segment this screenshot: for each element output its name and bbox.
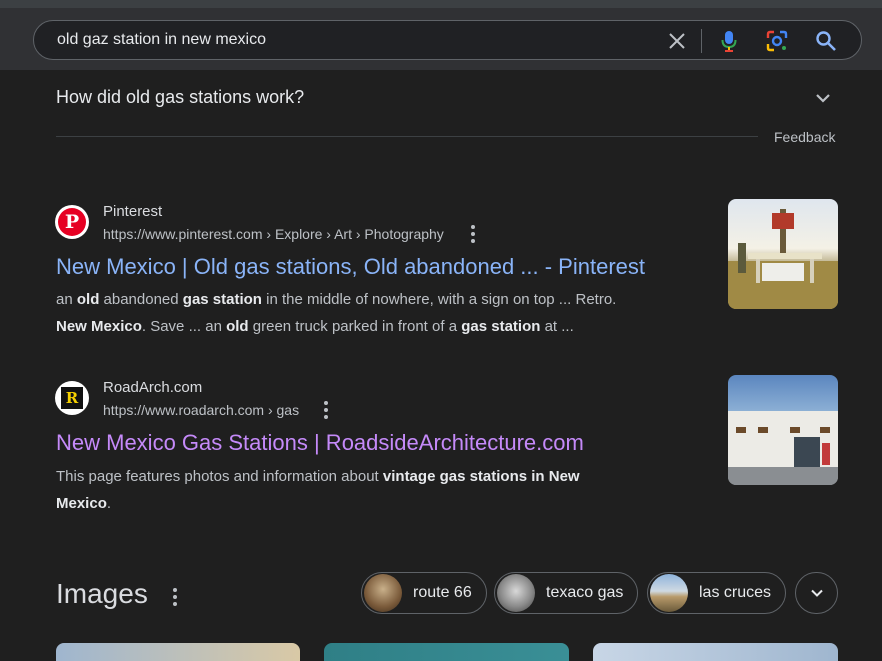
images-section-title: Images [56, 578, 148, 609]
chip-label: las cruces [699, 584, 772, 601]
result-title-link[interactable]: New Mexico Gas Stations | RoadsideArchit… [56, 430, 584, 456]
chip-thumbnail [364, 574, 402, 612]
top-strip [0, 0, 882, 8]
snippet-line: Mexico. [56, 490, 706, 517]
result-site-name[interactable]: Pinterest [103, 203, 162, 220]
search-box[interactable]: old gaz station in new mexico [33, 20, 862, 60]
snippet-line: New Mexico. Save ... an old green truck … [56, 313, 706, 340]
snippet-text: an [56, 291, 77, 308]
search-divider [701, 29, 702, 53]
chevron-down-icon[interactable] [813, 88, 833, 108]
close-icon[interactable] [664, 28, 690, 54]
result-url[interactable]: https://www.pinterest.com › Explore › Ar… [103, 226, 444, 242]
roadarch-favicon-icon: R [55, 381, 89, 415]
snippet-text: in the middle of nowhere, with a sign on… [261, 291, 617, 308]
snippet-line: an old abandoned gas station in the midd… [56, 286, 706, 313]
more-options-icon[interactable] [323, 401, 329, 419]
snippet-line: This page features photos and informatio… [56, 463, 706, 490]
image-result[interactable] [324, 643, 569, 661]
result-url[interactable]: https://www.roadarch.com › gas [103, 402, 299, 418]
snippet-highlight: old [76, 291, 100, 308]
snippet-highlight: vintage gas stations in New [382, 468, 580, 485]
snippet-text: green truck parked in front of a [248, 318, 462, 335]
chip-label: route 66 [413, 584, 472, 601]
result-thumbnail[interactable] [728, 199, 838, 309]
image-filter-chip[interactable]: texaco gas [494, 572, 639, 614]
lens-icon[interactable] [764, 28, 790, 54]
search-icon[interactable] [813, 28, 839, 54]
result-site-name[interactable]: RoadArch.com [103, 379, 202, 396]
snippet-text: abandoned [99, 291, 183, 308]
result-title-link[interactable]: New Mexico | Old gas stations, Old aband… [56, 254, 645, 280]
chips-expand-button[interactable] [795, 572, 838, 614]
snippet-highlight: New Mexico [56, 318, 142, 335]
result-snippet: This page features photos and informatio… [56, 463, 706, 517]
more-options-icon[interactable] [172, 588, 178, 606]
chevron-down-icon [810, 589, 823, 597]
image-result[interactable] [593, 643, 838, 661]
result-thumbnail[interactable] [728, 375, 838, 485]
image-filter-chip[interactable]: las cruces [647, 572, 787, 614]
snippet-highlight: gas station [182, 291, 262, 308]
snippet-text: . [106, 495, 112, 512]
image-filter-chip[interactable]: route 66 [361, 572, 487, 614]
snippet-highlight: Mexico [56, 495, 107, 512]
chip-label: texaco gas [546, 584, 624, 601]
more-options-icon[interactable] [470, 225, 476, 243]
snippet-highlight: old [226, 318, 249, 335]
snippet-text: This page features photos and informatio… [56, 468, 383, 485]
divider [56, 136, 758, 137]
mic-icon[interactable] [716, 28, 742, 54]
snippet-highlight: gas station [461, 318, 541, 335]
pinterest-favicon-icon: P [55, 205, 89, 239]
feedback-link[interactable]: Feedback [774, 129, 835, 145]
result-snippet: an old abandoned gas station in the midd… [56, 286, 706, 340]
image-result[interactable] [56, 643, 300, 661]
chip-thumbnail [497, 574, 535, 612]
search-input[interactable]: old gaz station in new mexico [57, 31, 266, 49]
chip-thumbnail [650, 574, 688, 612]
snippet-text: at ... [540, 318, 574, 335]
snippet-text: . Save ... an [141, 318, 227, 335]
faq-question[interactable]: How did old gas stations work? [56, 87, 304, 108]
